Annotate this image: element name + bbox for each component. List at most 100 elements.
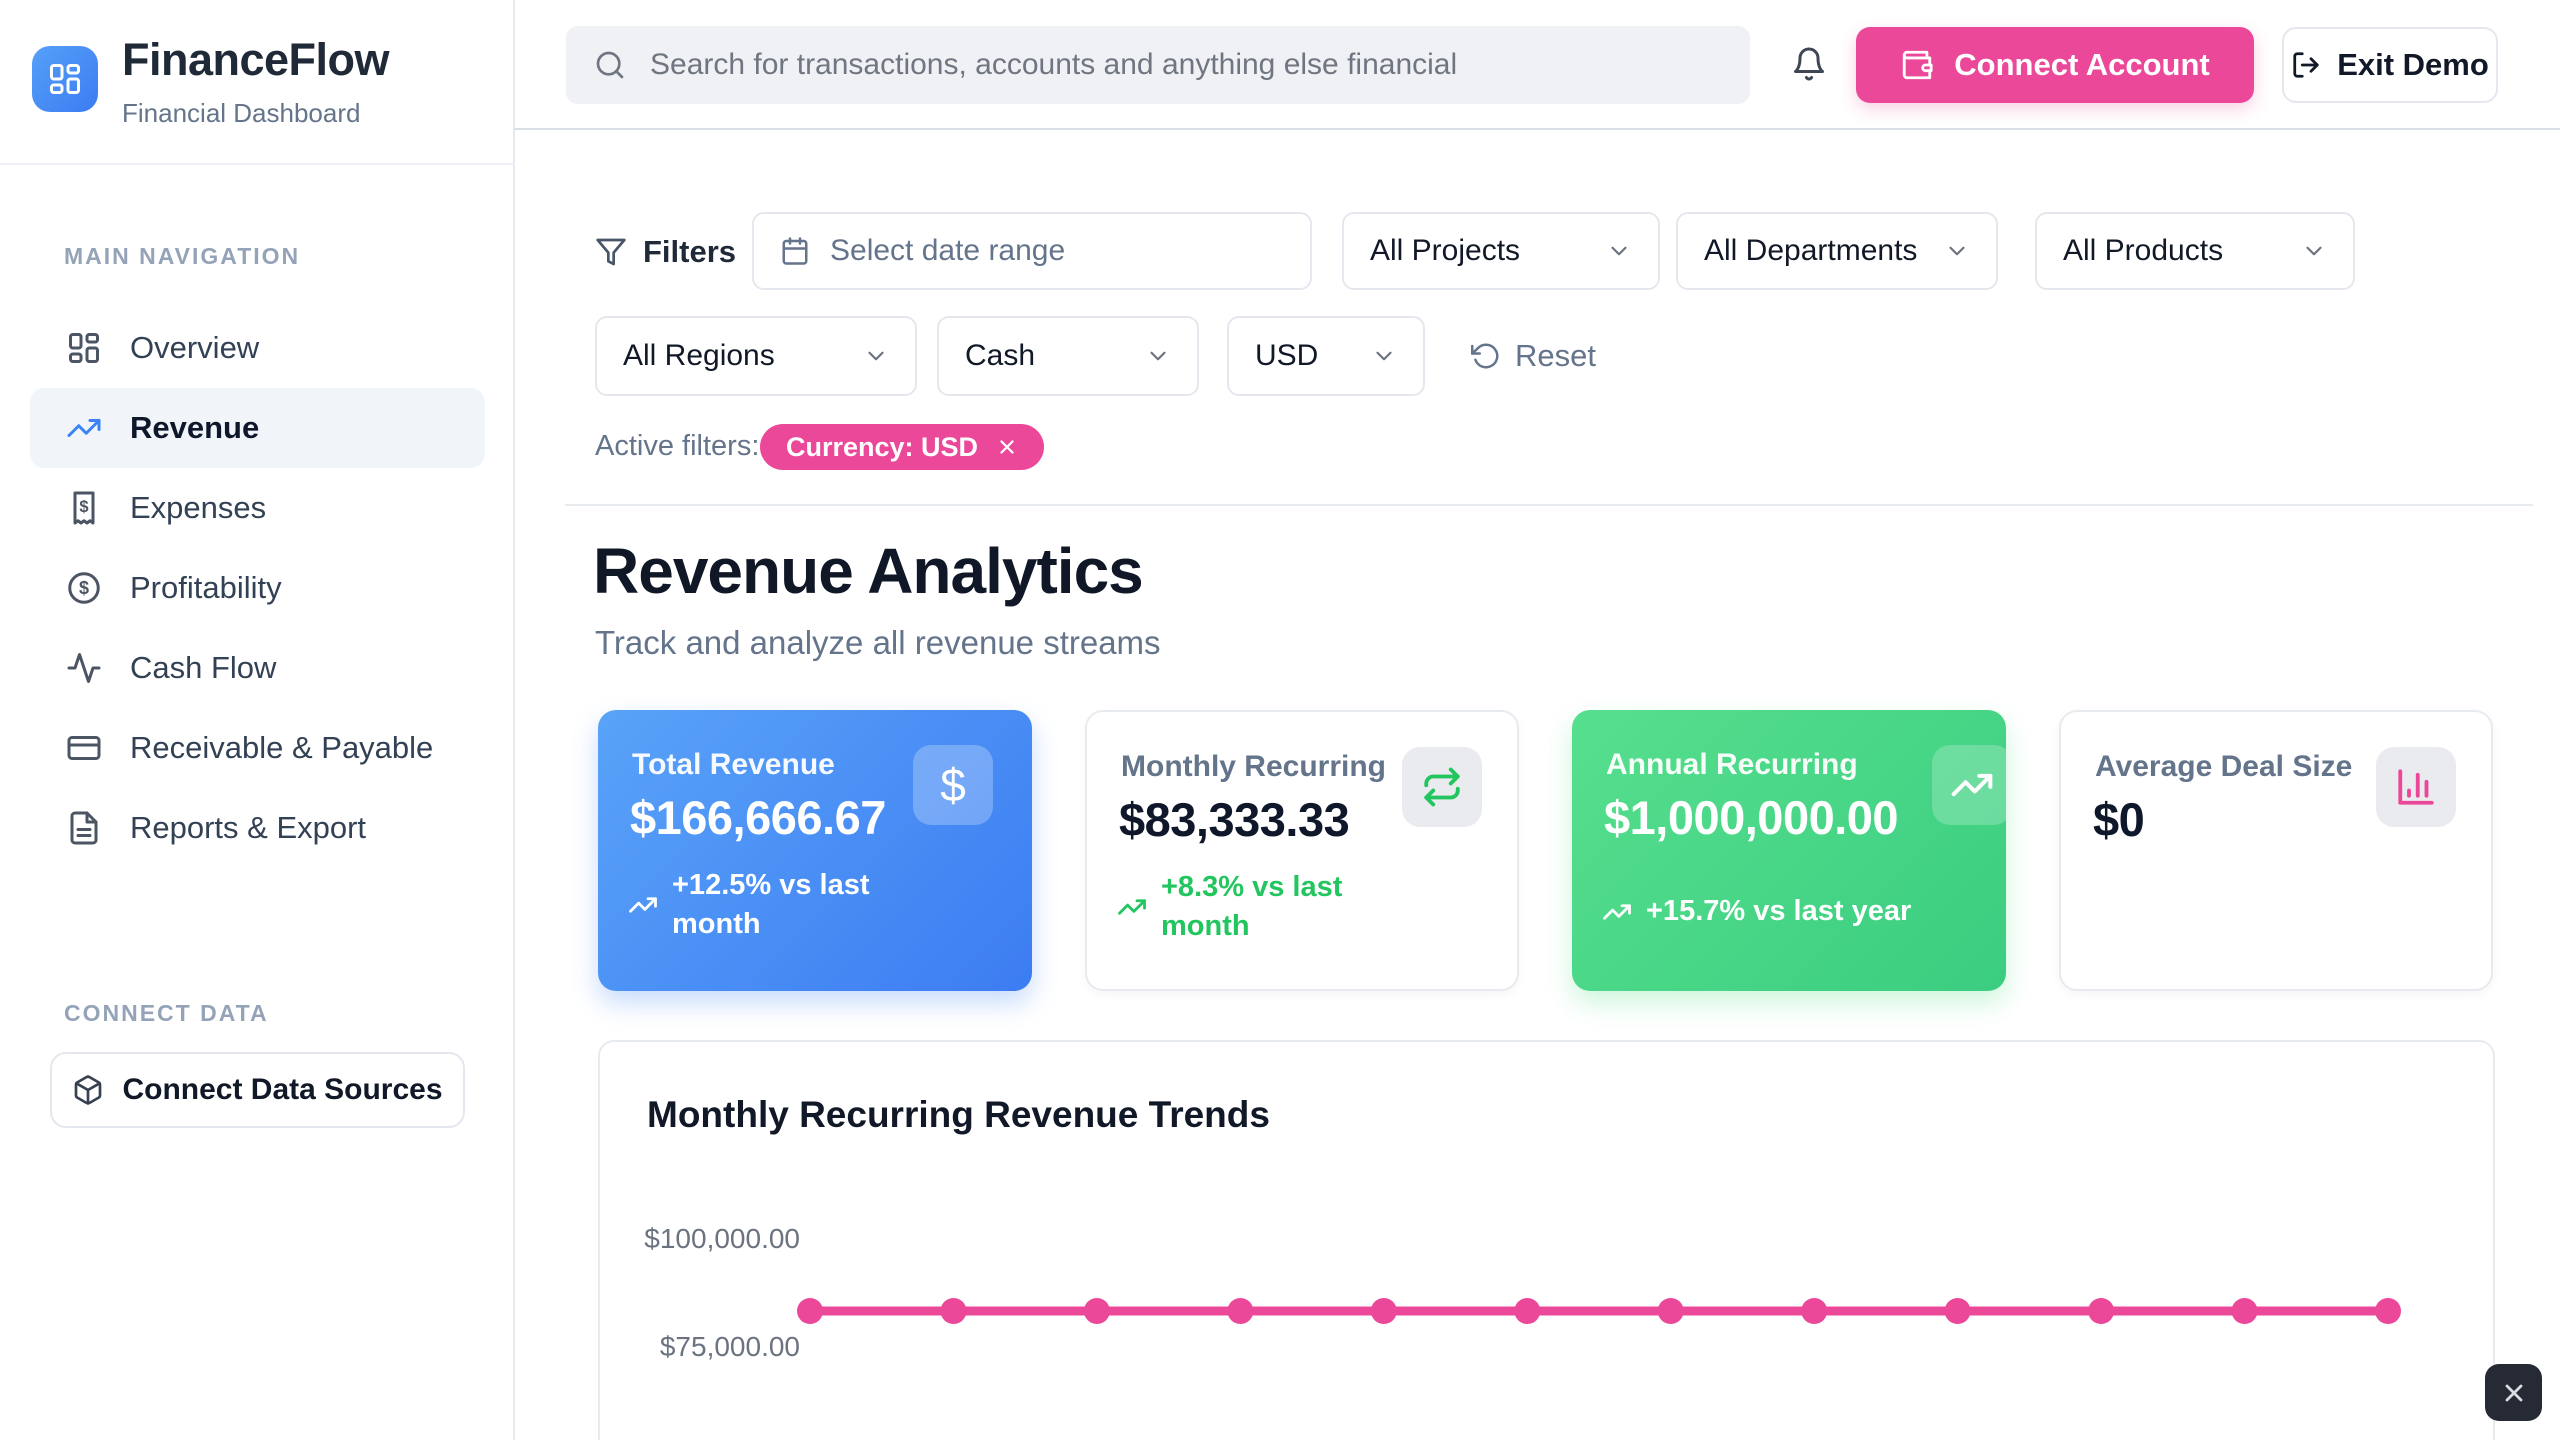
close-icon[interactable] bbox=[996, 436, 1018, 458]
exit-demo-label: Exit Demo bbox=[2337, 47, 2489, 83]
sidebar-item-overview[interactable]: Overview bbox=[30, 308, 485, 388]
repeat-icon bbox=[1421, 766, 1463, 808]
chart-data-point[interactable] bbox=[1514, 1298, 1540, 1324]
sidebar-item-cash-flow[interactable]: Cash Flow bbox=[30, 628, 485, 708]
metric-change: +15.7% vs last year bbox=[1602, 892, 1911, 931]
section-divider bbox=[565, 504, 2533, 506]
regions-dropdown-value: All Regions bbox=[623, 339, 775, 373]
sidebar-item-label: Profitability bbox=[130, 570, 282, 606]
chart-data-point[interactable] bbox=[1084, 1298, 1110, 1324]
products-dropdown[interactable]: All Products bbox=[2035, 212, 2355, 290]
connect-data-label: CONNECT DATA bbox=[64, 1000, 269, 1027]
chevron-down-icon bbox=[863, 343, 889, 369]
sidebar-item-profitability[interactable]: $ Profitability bbox=[30, 548, 485, 628]
page-subtitle: Track and analyze all revenue streams bbox=[595, 624, 1161, 662]
currency-dropdown[interactable]: USD bbox=[1227, 316, 1425, 396]
departments-dropdown-value: All Departments bbox=[1704, 234, 1917, 268]
exit-demo-button[interactable]: Exit Demo bbox=[2282, 27, 2498, 103]
mrr-line-chart bbox=[600, 1042, 2493, 1440]
chart-data-point[interactable] bbox=[941, 1298, 967, 1324]
sidebar-item-label: Cash Flow bbox=[130, 650, 276, 686]
reset-label: Reset bbox=[1515, 338, 1596, 374]
file-text-icon bbox=[66, 810, 102, 846]
bar-chart-icon bbox=[2395, 766, 2437, 808]
sidebar-divider bbox=[0, 163, 515, 165]
products-dropdown-value: All Products bbox=[2063, 234, 2223, 268]
departments-dropdown[interactable]: All Departments bbox=[1676, 212, 1998, 290]
activity-icon bbox=[66, 650, 102, 686]
metric-value: $166,666.67 bbox=[630, 790, 886, 845]
metric-icon-container bbox=[1932, 745, 2006, 825]
svg-text:$: $ bbox=[79, 578, 89, 598]
projects-dropdown[interactable]: All Projects bbox=[1342, 212, 1660, 290]
dashboard-grid-icon bbox=[47, 61, 83, 97]
receipt-icon: $ bbox=[66, 490, 102, 526]
chevron-down-icon bbox=[1606, 238, 1632, 264]
cash-dropdown[interactable]: Cash bbox=[937, 316, 1199, 396]
calendar-icon bbox=[780, 236, 810, 266]
metric-change-text: +8.3% vs last month bbox=[1161, 868, 1391, 946]
sidebar: FinanceFlow Financial Dashboard MAIN NAV… bbox=[0, 0, 515, 1440]
chart-data-point[interactable] bbox=[797, 1298, 823, 1324]
sidebar-item-revenue[interactable]: Revenue bbox=[30, 388, 485, 468]
metric-icon-container bbox=[1402, 747, 1482, 827]
metric-change-text: +12.5% vs last month bbox=[672, 866, 902, 944]
active-filters-label: Active filters: bbox=[595, 430, 759, 463]
chart-data-point[interactable] bbox=[2232, 1298, 2258, 1324]
sidebar-item-expenses[interactable]: $ Expenses bbox=[30, 468, 485, 548]
metric-change-text: +15.7% vs last year bbox=[1646, 892, 1911, 931]
metric-card-annual-recurring: Annual Recurring $1,000,000.00 +15.7% vs… bbox=[1572, 710, 2006, 991]
sidebar-item-label: Revenue bbox=[130, 410, 259, 446]
chart-data-point[interactable] bbox=[1227, 1298, 1253, 1324]
metric-label: Annual Recurring bbox=[1606, 748, 1858, 782]
chevron-down-icon bbox=[2301, 238, 2327, 264]
chart-data-point[interactable] bbox=[1945, 1298, 1971, 1324]
reset-filters-button[interactable]: Reset bbox=[1471, 328, 1596, 384]
filters-heading: Filters bbox=[595, 230, 736, 274]
chart-data-point[interactable] bbox=[1371, 1298, 1397, 1324]
chevron-down-icon bbox=[1145, 343, 1171, 369]
sidebar-item-label: Expenses bbox=[130, 490, 266, 526]
chart-data-point[interactable] bbox=[1658, 1298, 1684, 1324]
currency-dropdown-value: USD bbox=[1255, 339, 1318, 373]
connect-account-button[interactable]: Connect Account bbox=[1856, 27, 2254, 103]
connect-data-sources-button[interactable]: Connect Data Sources bbox=[50, 1052, 465, 1128]
metric-label: Total Revenue bbox=[632, 748, 835, 782]
metric-label: Monthly Recurring bbox=[1121, 750, 1386, 784]
metric-change: +8.3% vs last month bbox=[1117, 868, 1391, 946]
dollar-circle-icon: $ bbox=[66, 570, 102, 606]
active-filter-chip-currency[interactable]: Currency: USD bbox=[760, 424, 1044, 470]
floating-close-button[interactable] bbox=[2485, 1364, 2542, 1421]
chip-label: Currency: USD bbox=[786, 432, 978, 463]
sidebar-item-label: Overview bbox=[130, 330, 259, 366]
connect-account-label: Connect Account bbox=[1954, 47, 2209, 83]
metric-value: $0 bbox=[2093, 792, 2144, 847]
metric-card-total-revenue: Total Revenue $166,666.67 $ +12.5% vs la… bbox=[598, 710, 1032, 991]
search-input[interactable] bbox=[648, 47, 1722, 83]
page-title: Revenue Analytics bbox=[593, 534, 1143, 608]
sidebar-item-reports-export[interactable]: Reports & Export bbox=[30, 788, 485, 868]
sidebar-nav: Overview Revenue $ Expenses $ bbox=[30, 308, 485, 868]
date-range-input[interactable]: Select date range bbox=[752, 212, 1312, 290]
metric-icon-container: $ bbox=[913, 745, 993, 825]
chart-data-point[interactable] bbox=[2088, 1298, 2114, 1324]
metric-icon-container bbox=[2376, 747, 2456, 827]
projects-dropdown-value: All Projects bbox=[1370, 234, 1520, 268]
main-navigation-label: MAIN NAVIGATION bbox=[64, 243, 300, 270]
metric-value: $1,000,000.00 bbox=[1604, 790, 1898, 845]
cube-icon bbox=[72, 1074, 104, 1106]
app-tagline: Financial Dashboard bbox=[122, 98, 360, 129]
sidebar-item-receivable-payable[interactable]: Receivable & Payable bbox=[30, 708, 485, 788]
app-logo bbox=[32, 46, 98, 112]
close-icon bbox=[2500, 1379, 2528, 1407]
metric-value: $83,333.33 bbox=[1119, 792, 1349, 847]
sidebar-item-label: Receivable & Payable bbox=[130, 730, 433, 766]
notifications-button[interactable] bbox=[1777, 32, 1841, 96]
regions-dropdown[interactable]: All Regions bbox=[595, 316, 917, 396]
chart-data-point[interactable] bbox=[2375, 1298, 2401, 1324]
connect-data-sources-label: Connect Data Sources bbox=[122, 1073, 442, 1107]
global-search[interactable] bbox=[566, 26, 1750, 104]
rotate-ccw-icon bbox=[1471, 341, 1501, 371]
metric-change: +12.5% vs last month bbox=[628, 866, 902, 944]
chart-data-point[interactable] bbox=[1801, 1298, 1827, 1324]
